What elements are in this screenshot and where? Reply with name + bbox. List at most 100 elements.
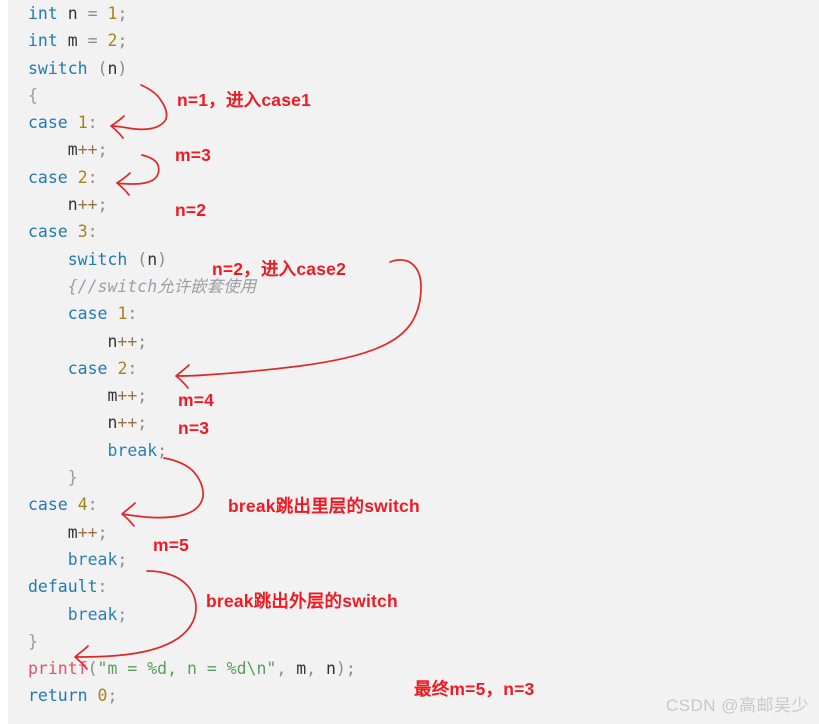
code-token: ;	[137, 331, 148, 351]
code-token: ,	[276, 659, 287, 679]
code-token: 1	[117, 304, 128, 324]
code-token: ;	[157, 440, 168, 460]
code-token: case	[28, 113, 68, 133]
ann-break-outer: break跳出外层的switch	[206, 591, 398, 611]
code-token: case	[67, 304, 108, 324]
code-line: default:	[8, 573, 819, 600]
code-token: 2	[107, 31, 118, 51]
code-token: n	[326, 659, 336, 679]
code-line: int n = 1;	[8, 0, 819, 27]
code-line: n++;	[8, 328, 819, 355]
code-token: n	[107, 413, 118, 433]
code-line: case 1:	[8, 109, 819, 136]
csdn-watermark: CSDN @高邮吴少	[665, 696, 809, 715]
code-token: int	[28, 31, 58, 51]
code-token: switch	[28, 58, 88, 78]
code-token: ;	[97, 195, 108, 215]
code-token: 0	[97, 686, 108, 706]
code-token: n	[147, 249, 158, 269]
code-token: ;	[117, 4, 128, 23]
code-line: }	[8, 628, 819, 655]
code-line: switch (n)	[8, 55, 819, 82]
code-token: m	[67, 140, 78, 160]
code-token: 2	[117, 358, 128, 378]
code-token: ++	[77, 195, 98, 215]
code-token: )	[157, 249, 168, 269]
code-token: 1	[107, 4, 118, 23]
screenshot-root: int n = 1; int m = 2; switch (n){case 1: m…	[0, 0, 819, 724]
code-token: ;	[137, 386, 148, 406]
code-line: n++;	[8, 191, 819, 218]
code-token: }	[28, 631, 38, 651]
code-token: m	[67, 522, 78, 542]
code-token: m	[107, 386, 118, 406]
code-token: switch	[67, 249, 128, 269]
code-line: {//switch允许嵌套使用	[8, 273, 819, 300]
code-token: m	[67, 31, 78, 51]
code-token: case	[67, 358, 108, 378]
code-line: switch (n)	[8, 246, 819, 273]
code-token: default	[28, 577, 98, 597]
ann-m3: m=3	[175, 145, 212, 165]
code-token: case	[28, 167, 68, 187]
code-token: =	[87, 31, 98, 51]
code-token: ;	[117, 549, 128, 569]
code-token: case	[28, 495, 68, 515]
code-token: :	[97, 577, 108, 597]
code-token: (	[97, 58, 108, 78]
code-token: ;	[117, 604, 128, 624]
code-token: int	[28, 4, 58, 23]
code-token: break	[107, 440, 158, 460]
code-token: ++	[117, 413, 138, 433]
code-block-surface: int n = 1; int m = 2; switch (n){case 1: m…	[8, 0, 819, 724]
code-line: n++;	[8, 409, 819, 436]
code-line: }	[8, 464, 819, 491]
code-token: return	[28, 686, 88, 706]
code-token: ++	[117, 386, 138, 406]
code-line: break;	[8, 546, 819, 573]
ann-final: 最终m=5，n=3	[414, 679, 535, 699]
ann-enter-case1: n=1，进入case1	[177, 90, 312, 110]
code-token: :	[87, 113, 98, 133]
code-line: break;	[8, 601, 819, 628]
code-token: n	[67, 4, 78, 23]
ann-n2: n=2	[175, 200, 207, 220]
code-line: m++;	[8, 382, 819, 409]
code-token: n	[107, 58, 118, 78]
code-token: printf	[28, 659, 88, 679]
code-token: m	[296, 659, 307, 679]
code-line: case 2:	[8, 355, 819, 382]
ann-n3: n=3	[178, 418, 210, 438]
code-token: )	[117, 58, 128, 78]
code-token: 3	[77, 222, 88, 242]
code-token: case	[28, 222, 68, 242]
code-token: ++	[77, 522, 98, 542]
code-token: ;	[137, 413, 148, 433]
